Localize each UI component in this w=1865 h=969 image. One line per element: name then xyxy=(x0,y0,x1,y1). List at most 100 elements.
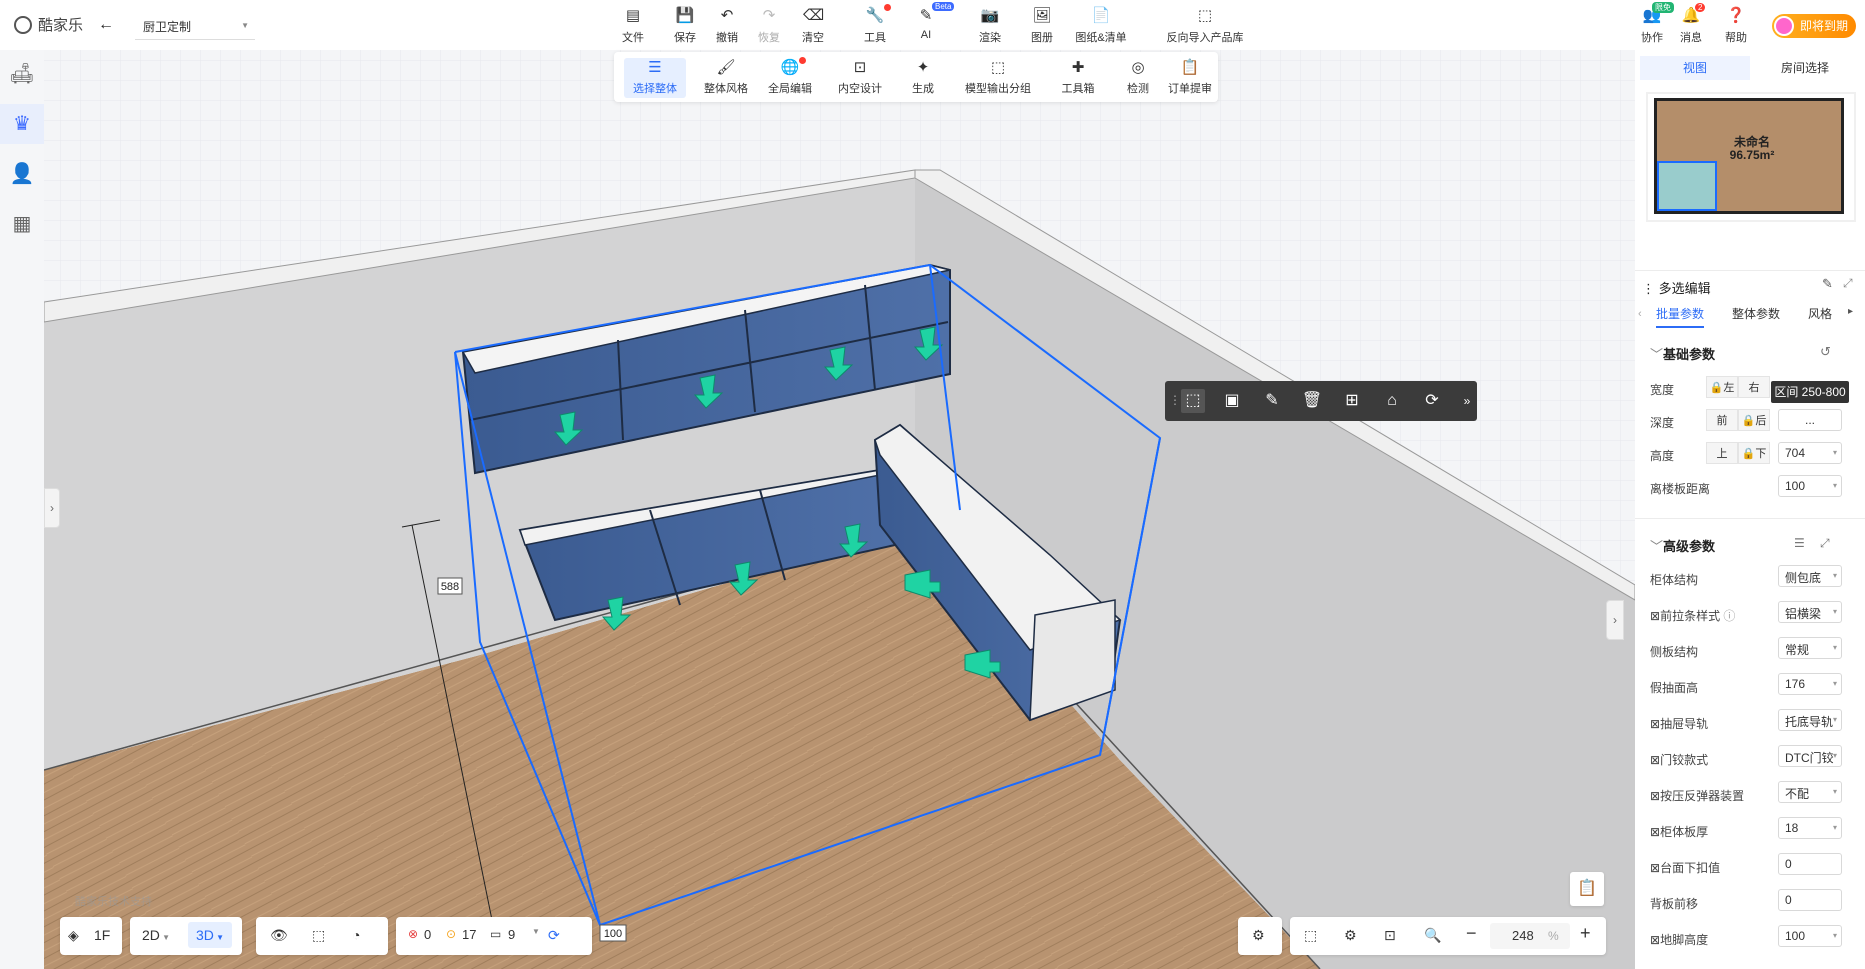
select-area-icon[interactable]: ⬚ xyxy=(1181,389,1205,413)
eye-icon[interactable]: 👁 xyxy=(270,927,288,944)
global-edit-button[interactable]: 🌐 全局编辑 xyxy=(762,57,818,98)
advanced-params-header[interactable]: ﹀高级参数 xyxy=(1650,536,1715,555)
app-logo[interactable]: 酷家乐 xyxy=(14,14,83,35)
cabinet-icon[interactable]: ▦ xyxy=(8,210,36,238)
delete-icon[interactable]: 🗑 xyxy=(1300,389,1324,413)
fit-area-icon[interactable]: ⬚ xyxy=(1304,927,1317,944)
width-right-toggle[interactable]: 右 xyxy=(1738,376,1770,398)
toolbox-button[interactable]: ✚ 工具箱 xyxy=(1048,58,1108,98)
minimap[interactable]: 未命名 96.75m² xyxy=(1646,92,1856,222)
info-icon[interactable]: ⓘ xyxy=(1723,609,1735,623)
warning-count: 17 xyxy=(462,927,477,942)
replace-icon[interactable]: ▣ xyxy=(1220,389,1244,413)
tab-room-select[interactable]: 房间选择 xyxy=(1750,56,1860,80)
mode-2d-button[interactable]: 2D ▼ xyxy=(142,927,170,943)
filter-icon[interactable]: ☰ xyxy=(1794,536,1805,550)
notes-icon[interactable]: 📋 xyxy=(1570,872,1604,906)
param-select[interactable]: 常规 ▾ xyxy=(1778,637,1842,659)
depth-front-toggle[interactable]: 前 xyxy=(1706,409,1738,431)
order-review-button[interactable]: 📋 订单提审 xyxy=(1162,58,1218,98)
floor-switch[interactable]: ◈ 1F xyxy=(60,917,122,955)
generate-button[interactable]: ✦ 生成 xyxy=(898,58,948,98)
param-select[interactable]: DTC门铰 ▾ xyxy=(1778,745,1842,767)
tab-overall-params[interactable]: 整体参数 xyxy=(1732,305,1780,322)
tabs-prev-icon[interactable]: ‹ xyxy=(1638,308,1642,320)
file-button[interactable]: ▤ 文件 xyxy=(609,6,657,45)
tools-button[interactable]: 🔧 工具 xyxy=(851,4,899,45)
stepper-icon: ▾ xyxy=(1832,679,1837,688)
rotate-2d-icon[interactable]: ⟳ xyxy=(1420,389,1444,413)
scene-viewport[interactable]: 588 100 酷家乐技术支持 xyxy=(44,50,1635,969)
param-input[interactable]: 0 xyxy=(1778,889,1842,911)
refresh-icon[interactable]: ⟳ xyxy=(548,927,560,944)
param-select[interactable]: 铝横梁 ▾ xyxy=(1778,601,1842,623)
param-input[interactable]: 100 ▾ xyxy=(1778,925,1842,947)
expand-all-icon[interactable]: ⤢ xyxy=(1820,536,1830,551)
param-input[interactable]: 0 xyxy=(1778,853,1842,875)
basic-params-header[interactable]: ﹀基础参数 xyxy=(1650,344,1715,363)
cube-icon[interactable]: ⬚ xyxy=(312,927,325,944)
drawings-button[interactable]: 📄 图纸&清单 xyxy=(1071,6,1131,45)
floor-distance-input[interactable]: 100 ▾ xyxy=(1778,475,1842,497)
height-input[interactable]: 704 ▾ xyxy=(1778,442,1842,464)
zoom-search-icon[interactable]: 🔍 xyxy=(1424,927,1441,944)
zoom-out-button[interactable]: − xyxy=(1466,923,1477,944)
crown-icon[interactable]: ♛ xyxy=(8,110,36,138)
render-button[interactable]: 📷 渲染 xyxy=(966,6,1014,45)
more-icon[interactable]: » xyxy=(1455,389,1479,413)
tab-batch-params[interactable]: 批量参数 xyxy=(1656,305,1705,328)
expand-icon[interactable]: ⤢ xyxy=(1843,276,1853,291)
chevron-down-icon: ▾ xyxy=(1832,607,1837,616)
collapse-panel-button[interactable]: › xyxy=(1606,600,1624,640)
zoom-in-button[interactable]: + xyxy=(1580,923,1591,944)
interior-design-button[interactable]: ⊡ 内空设计 xyxy=(830,58,890,98)
focus-icon[interactable]: ⊡ xyxy=(1384,927,1396,944)
select-whole-button[interactable]: ☰ 选择整体 xyxy=(624,58,686,98)
edit-pen-icon[interactable]: ✎ xyxy=(1260,389,1284,413)
mode-3d-button[interactable]: 3D ▼ xyxy=(188,922,233,948)
depth-back-toggle[interactable]: 🔒 后 xyxy=(1738,409,1770,431)
paint-icon[interactable]: ⌂ xyxy=(1380,389,1404,413)
depth-input[interactable]: ... xyxy=(1778,409,1842,431)
tab-view[interactable]: 视图 xyxy=(1640,56,1750,80)
height-down-toggle[interactable]: 🔒 下 xyxy=(1738,442,1770,464)
zoom-input[interactable]: 248% xyxy=(1490,923,1570,949)
reset-icon[interactable]: ↺ xyxy=(1820,344,1831,360)
param-select[interactable]: 托底导轨 ▾ xyxy=(1778,709,1842,731)
sofa-icon[interactable]: 🛋 xyxy=(8,60,36,88)
messages-button[interactable]: 🔔 消息 2 xyxy=(1667,3,1715,45)
param-select[interactable]: 侧包底 ▾ xyxy=(1778,565,1842,587)
fit-settings-icon[interactable]: ⚙ xyxy=(1344,927,1357,944)
param-input[interactable]: 176 ▾ xyxy=(1778,673,1842,695)
drag-handle-icon[interactable]: ⋮ xyxy=(1169,393,1181,407)
ai-button[interactable]: ✎ AI Beta xyxy=(902,2,955,41)
tabs-next-icon[interactable]: ▸ xyxy=(1848,306,1853,317)
overall-style-button[interactable]: 🖌 整体风格 xyxy=(696,58,756,98)
edit-icon[interactable]: ✎ xyxy=(1822,276,1833,292)
reverse-import-button[interactable]: ⬚ 反向导入产品库 xyxy=(1165,6,1245,45)
error-count: 0 xyxy=(424,927,432,942)
expand-rail-button[interactable]: › xyxy=(44,488,60,528)
back-button[interactable]: ← xyxy=(96,12,116,38)
minimap-room[interactable]: 未命名 96.75m² xyxy=(1654,98,1844,214)
expire-button[interactable]: 即将到期 xyxy=(1772,14,1856,38)
redo-button[interactable]: ↷ 恢复 xyxy=(745,6,793,45)
height-up-toggle[interactable]: 上 xyxy=(1706,442,1738,464)
model-export-button[interactable]: ⬚ 模型输出分组 xyxy=(958,58,1038,98)
project-select[interactable]: 厨卫定制 ▼ xyxy=(135,12,255,40)
album-button[interactable]: 🖼 图册 xyxy=(1018,6,1066,45)
check-status[interactable]: ⊗ 0 ⊙ 17 ▭ 9 ▼ ⟳ xyxy=(396,917,592,955)
user-icon[interactable]: 👤 xyxy=(8,160,36,188)
add-icon[interactable]: ⊞ xyxy=(1340,389,1364,413)
undo-button[interactable]: ↶ 撤销 xyxy=(703,6,751,45)
settings-toggle[interactable]: ⚙ xyxy=(1238,917,1282,955)
param-select[interactable]: 不配 ▾ xyxy=(1778,781,1842,803)
inspect-button[interactable]: ◎ 检测 xyxy=(1114,58,1162,98)
param-select[interactable]: 18 ▾ xyxy=(1778,817,1842,839)
clear-button[interactable]: ⌫ 清空 xyxy=(789,6,837,45)
gauge-icon[interactable]: ◔ xyxy=(352,927,360,943)
width-left-toggle[interactable]: 🔒 左 xyxy=(1706,376,1738,398)
tab-style[interactable]: 风格 xyxy=(1808,305,1844,322)
help-button[interactable]: ❓ 帮助 xyxy=(1712,6,1760,45)
save-button[interactable]: 💾 保存 xyxy=(661,6,709,45)
